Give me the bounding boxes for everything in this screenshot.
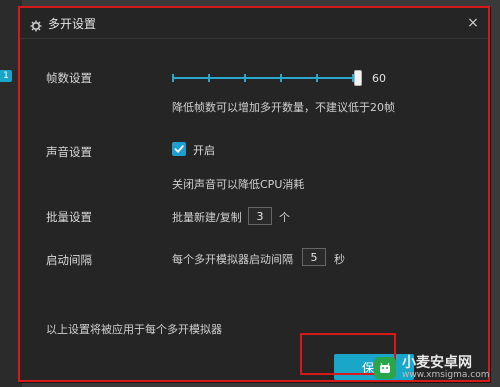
slider-tick (316, 74, 318, 82)
batch-text: 批量新建/复制 (172, 211, 242, 224)
interval-input[interactable]: 5 (302, 248, 326, 266)
fps-slider-track (172, 77, 354, 79)
batch-count-input[interactable]: 3 (248, 207, 272, 225)
fps-value: 60 (372, 72, 386, 85)
background-left-panel (0, 0, 22, 387)
sound-note: 关闭声音可以降低CPU消耗 (172, 178, 305, 191)
fps-slider-handle[interactable] (354, 70, 362, 86)
batch-unit: 个 (279, 211, 290, 224)
background-badge: 1 (0, 70, 12, 82)
fps-label: 帧数设置 (46, 71, 92, 85)
sound-label: 声音设置 (46, 145, 92, 159)
interval-label: 启动间隔 (46, 253, 92, 267)
check-icon (174, 145, 184, 153)
multi-instance-settings-dialog: 多开设置 × 帧数设置 60 降低帧数可以增加多开数量，不建议低于20帧 声音设… (20, 8, 490, 382)
slider-tick (280, 74, 282, 82)
dialog-titlebar: 多开设置 × (20, 8, 490, 39)
slider-tick (244, 74, 246, 82)
save-button[interactable]: 保存 (334, 354, 414, 380)
slider-tick (172, 74, 174, 82)
interval-text: 每个多开模拟器启动间隔 (172, 253, 293, 266)
fps-slider[interactable] (172, 70, 362, 86)
dialog-title: 多开设置 (48, 16, 97, 31)
close-icon[interactable]: × (466, 16, 480, 30)
interval-unit: 秒 (334, 253, 345, 266)
gear-icon (30, 17, 42, 32)
footer-note: 以上设置将被应用于每个多开模拟器 (46, 323, 222, 336)
fps-note: 降低帧数可以增加多开数量，不建议低于20帧 (172, 101, 395, 114)
sound-checkbox[interactable] (172, 142, 186, 156)
slider-tick (208, 74, 210, 82)
batch-label: 批量设置 (46, 210, 92, 224)
sound-checkbox-label: 开启 (193, 144, 215, 157)
